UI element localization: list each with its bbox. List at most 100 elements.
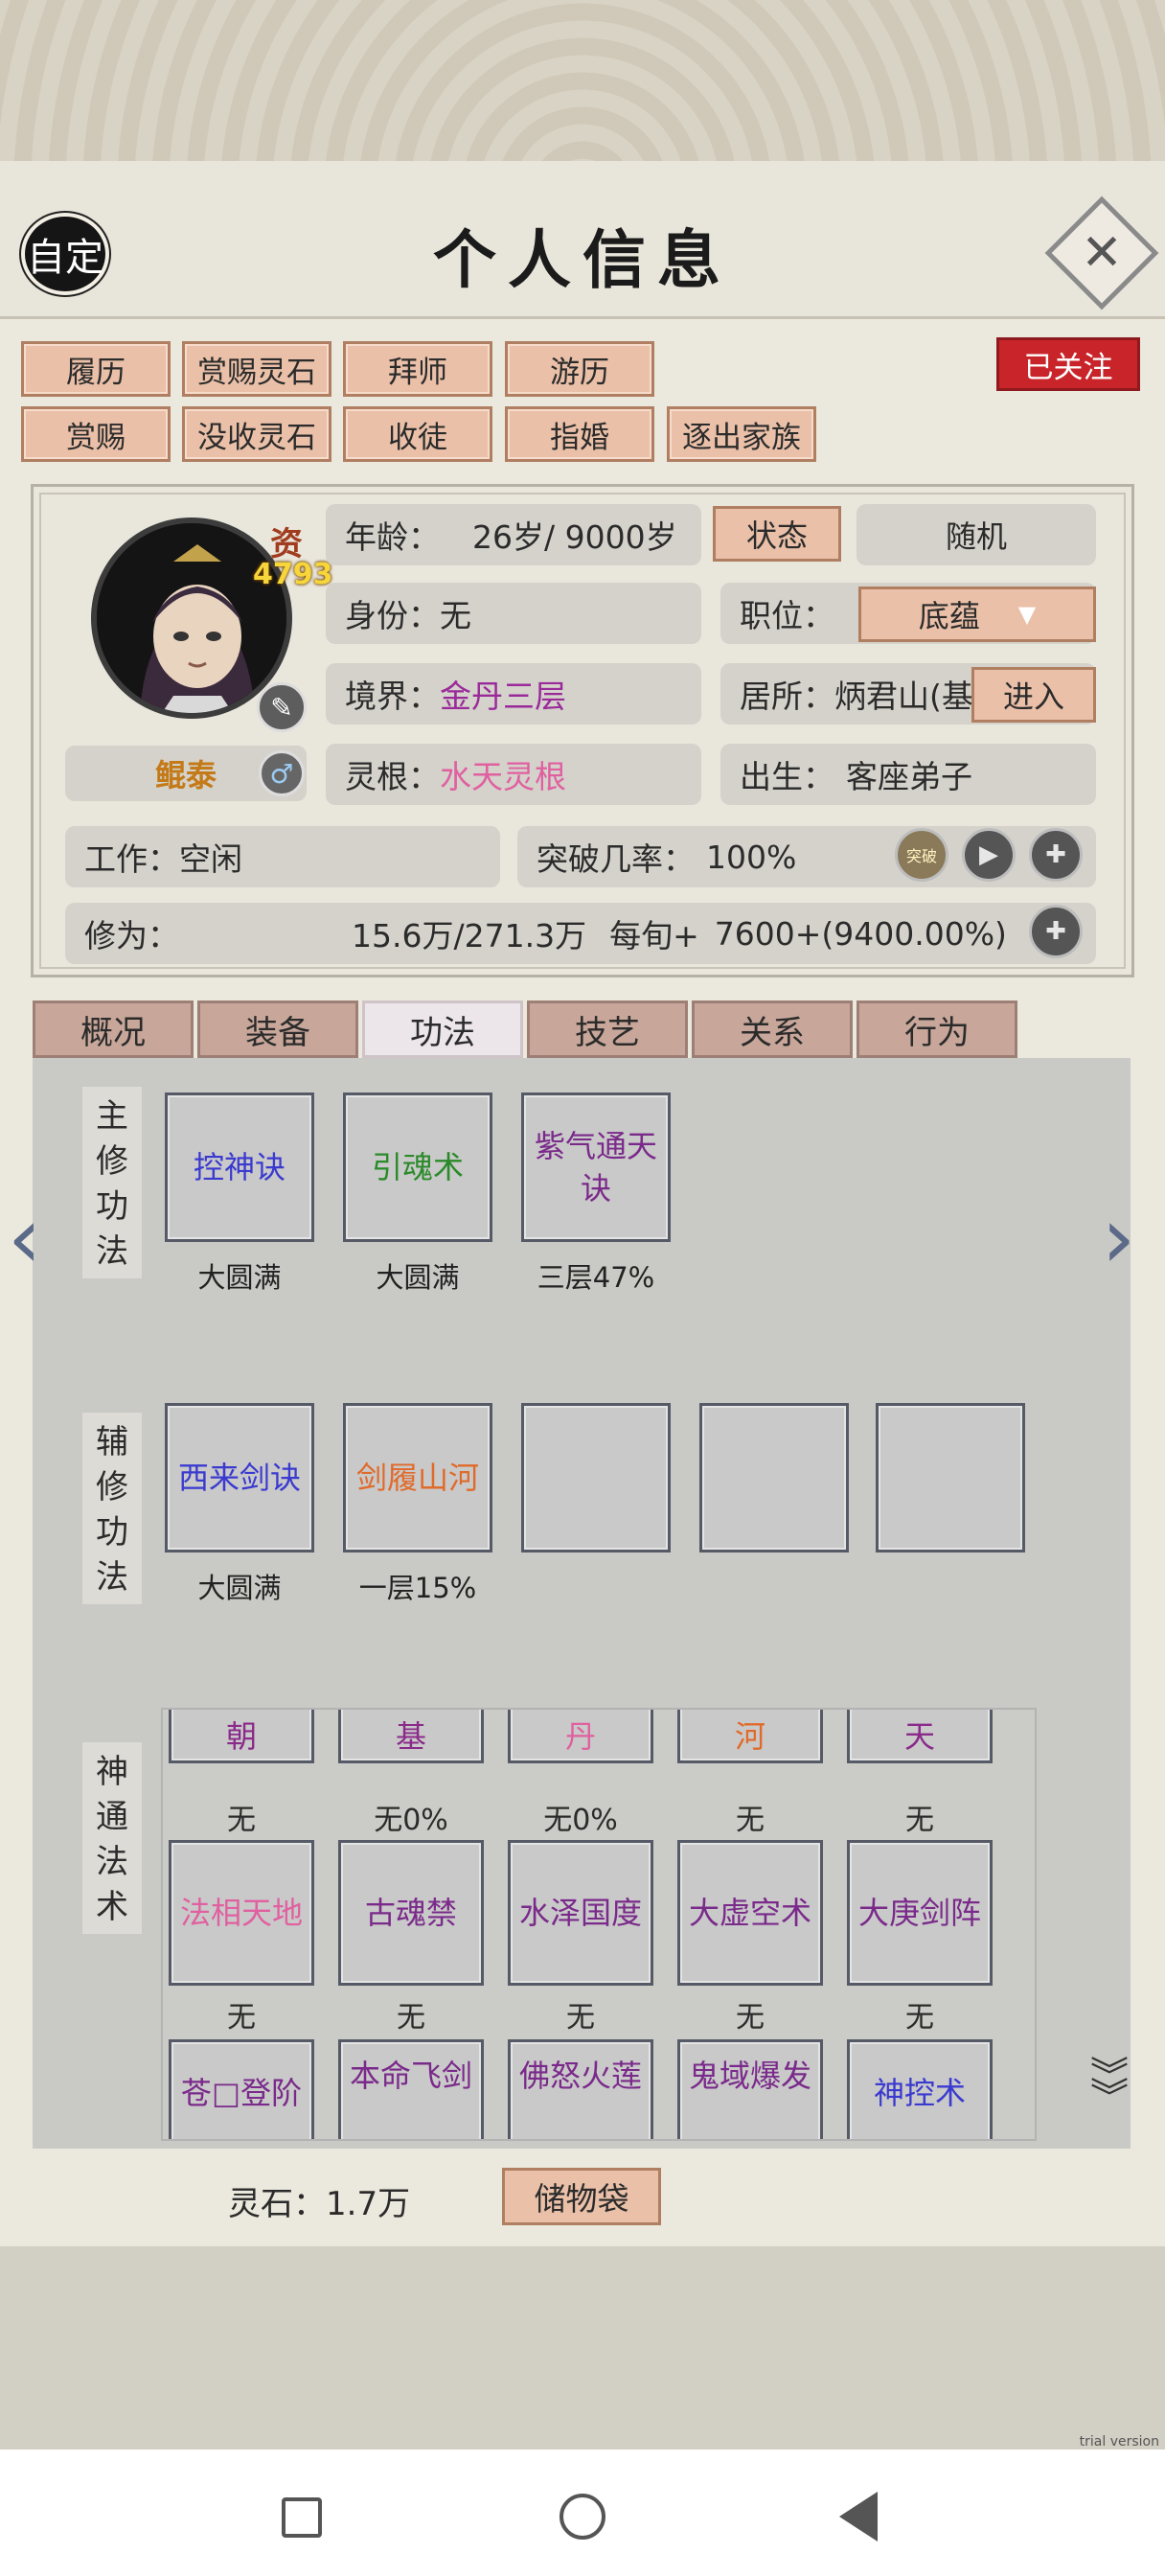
tab-overview[interactable]: 概况 bbox=[33, 1000, 194, 1058]
shentong-status: 无 bbox=[566, 2001, 595, 2035]
main-skill-status: 大圆满 bbox=[197, 1261, 282, 1294]
position-dropdown[interactable]: 底蕴 ▼ bbox=[858, 586, 1096, 642]
shentong-status: 无 bbox=[397, 2001, 425, 2035]
cultivation-plus-icon[interactable]: ✚ bbox=[1029, 905, 1083, 958]
work-value: 空闲 bbox=[179, 840, 242, 878]
shentong-slot[interactable]: 佛怒火莲 bbox=[508, 2039, 653, 2139]
aux-skill-slot-empty[interactable] bbox=[876, 1403, 1025, 1552]
aux-skill-status: 大圆满 bbox=[197, 1572, 282, 1604]
shentong-slot[interactable]: 苍□登阶 bbox=[169, 2039, 314, 2139]
aux-skill-slot[interactable]: 剑履山河 bbox=[343, 1403, 492, 1552]
prev-arrow-icon[interactable]: ‹ bbox=[8, 1188, 41, 1287]
back-icon[interactable] bbox=[839, 2492, 878, 2542]
aux-skill-status: 一层15% bbox=[358, 1572, 477, 1604]
shentong-scroll-area[interactable]: 朝 基 丹 河 天 无 无0% 无0% 无 无 法相天地 古魂禁 水泽国度 大虚… bbox=[161, 1708, 1037, 2141]
identity-field: 身份： 无 bbox=[326, 583, 701, 644]
tab-relations[interactable]: 关系 bbox=[692, 1000, 853, 1058]
shentong-slot[interactable]: 朝 bbox=[169, 1710, 314, 1763]
shentong-status: 无 bbox=[736, 2001, 765, 2035]
character-avatar[interactable] bbox=[91, 518, 292, 719]
tab-techniques[interactable]: 功法 bbox=[362, 1000, 523, 1058]
shentong-slot[interactable]: 本命飞剑 bbox=[338, 2039, 484, 2139]
breakthrough-label: 突破几率： bbox=[537, 840, 695, 878]
watermark: trial version bbox=[1079, 2434, 1159, 2450]
shentong-slot[interactable]: 丹 bbox=[508, 1710, 653, 1763]
per-turn-value: 7600+(9400.00%) bbox=[714, 914, 1007, 953]
shentong-slot[interactable]: 大虚空术 bbox=[677, 1840, 823, 1986]
realm-label: 境界： bbox=[345, 678, 440, 715]
tab-equipment[interactable]: 装备 bbox=[197, 1000, 358, 1058]
main-skill-slot[interactable]: 控神诀 bbox=[165, 1092, 314, 1242]
chevron-down-icon: ▼ bbox=[1017, 601, 1037, 628]
identity-value: 无 bbox=[440, 597, 471, 634]
random-button[interactable]: 随机 bbox=[857, 504, 1096, 565]
main-skills-label: 主修功法 bbox=[82, 1087, 142, 1278]
tab-actions[interactable]: 行为 bbox=[857, 1000, 1017, 1058]
shentong-status: 无 bbox=[227, 1804, 256, 1837]
shentong-slot[interactable]: 鬼域爆发 bbox=[677, 2039, 823, 2139]
birth-value: 客座弟子 bbox=[846, 758, 972, 795]
next-arrow-icon[interactable]: › bbox=[1102, 1188, 1135, 1287]
reward-button[interactable]: 赏赐 bbox=[21, 406, 171, 462]
shentong-slot[interactable]: 神控术 bbox=[847, 2039, 993, 2139]
realm-field: 境界： 金丹三层 bbox=[326, 663, 701, 724]
tab-skills[interactable]: 技艺 bbox=[527, 1000, 688, 1058]
scroll-down-icon[interactable]: ︾ ︾ bbox=[1090, 2058, 1129, 2117]
birth-label: 出生： bbox=[740, 758, 834, 795]
shentong-status: 无 bbox=[736, 1804, 765, 1837]
spirit-root-field: 灵根： 水天灵根 bbox=[326, 744, 701, 805]
shentong-status: 无0% bbox=[543, 1804, 618, 1837]
arrange-marriage-button[interactable]: 指婚 bbox=[505, 406, 654, 462]
take-disciple-button[interactable]: 收徒 bbox=[343, 406, 492, 462]
shentong-slot[interactable]: 天 bbox=[847, 1710, 993, 1763]
residence-value: 炳君山(基 bbox=[834, 678, 973, 715]
identity-label: 身份： bbox=[345, 597, 440, 634]
brush-icon[interactable]: ✎ bbox=[257, 682, 307, 732]
status-button[interactable]: 状态 bbox=[713, 506, 841, 562]
aux-skill-slot-empty[interactable] bbox=[699, 1403, 849, 1552]
recent-apps-icon[interactable] bbox=[282, 2497, 322, 2538]
confiscate-stone-button[interactable]: 没收灵石 bbox=[182, 406, 331, 462]
home-icon[interactable] bbox=[560, 2494, 605, 2540]
enter-button[interactable]: 进入 bbox=[971, 667, 1096, 723]
main-skill-status: 大圆满 bbox=[376, 1261, 460, 1294]
spirit-stone-count: 灵石：1.7万 bbox=[228, 2185, 411, 2223]
shentong-slot[interactable]: 水泽国度 bbox=[508, 1840, 653, 1986]
play-icon[interactable]: ▶ bbox=[962, 828, 1016, 882]
travel-button[interactable]: 游历 bbox=[505, 341, 654, 397]
expel-button[interactable]: 逐出家族 bbox=[667, 406, 816, 462]
cultivation-label: 修为： bbox=[84, 917, 179, 954]
male-icon: ♂ bbox=[259, 750, 305, 796]
spirit-root-label: 灵根： bbox=[345, 758, 440, 795]
history-button[interactable]: 履历 bbox=[21, 341, 171, 397]
storage-bag-button[interactable]: 储物袋 bbox=[502, 2168, 661, 2225]
position-label: 职位： bbox=[740, 597, 834, 634]
breakthrough-value: 100% bbox=[706, 838, 797, 876]
plus-icon[interactable]: ✚ bbox=[1029, 828, 1083, 882]
main-skill-slot[interactable]: 紫气通天诀 bbox=[521, 1092, 671, 1242]
position-value: 底蕴 bbox=[918, 598, 980, 634]
shentong-label: 神通法术 bbox=[82, 1742, 142, 1934]
reward-stone-button[interactable]: 赏赐灵石 bbox=[182, 341, 331, 397]
per-turn-label: 每旬+ bbox=[609, 917, 699, 954]
main-skill-slot[interactable]: 引魂术 bbox=[343, 1092, 492, 1242]
apprentice-to-button[interactable]: 拜师 bbox=[343, 341, 492, 397]
shentong-slot[interactable]: 大庚剑阵 bbox=[847, 1840, 993, 1986]
residence-label: 居所： bbox=[740, 678, 834, 715]
breakthrough-icon[interactable]: 突破 bbox=[895, 828, 948, 882]
shentong-status: 无 bbox=[905, 1804, 934, 1837]
close-icon: ✕ bbox=[1081, 224, 1123, 282]
aux-skill-slot[interactable]: 西来剑诀 bbox=[165, 1403, 314, 1552]
cultivation-field: 修为： 15.6万/271.3万 每旬+ 7600+(9400.00%) bbox=[65, 903, 1096, 964]
shentong-slot[interactable]: 法相天地 bbox=[169, 1840, 314, 1986]
aux-skills-label: 辅修功法 bbox=[82, 1413, 142, 1604]
shentong-slot[interactable]: 河 bbox=[677, 1710, 823, 1763]
shentong-slot[interactable]: 基 bbox=[338, 1710, 484, 1763]
main-skill-status: 三层47% bbox=[537, 1261, 655, 1294]
aux-skill-slot-empty[interactable] bbox=[521, 1403, 671, 1552]
shentong-status: 无 bbox=[227, 2001, 256, 2035]
lower-background bbox=[0, 2246, 1165, 2450]
followed-badge[interactable]: 已关注 bbox=[996, 337, 1140, 391]
work-label: 工作： bbox=[84, 840, 179, 878]
shentong-slot[interactable]: 古魂禁 bbox=[338, 1840, 484, 1986]
